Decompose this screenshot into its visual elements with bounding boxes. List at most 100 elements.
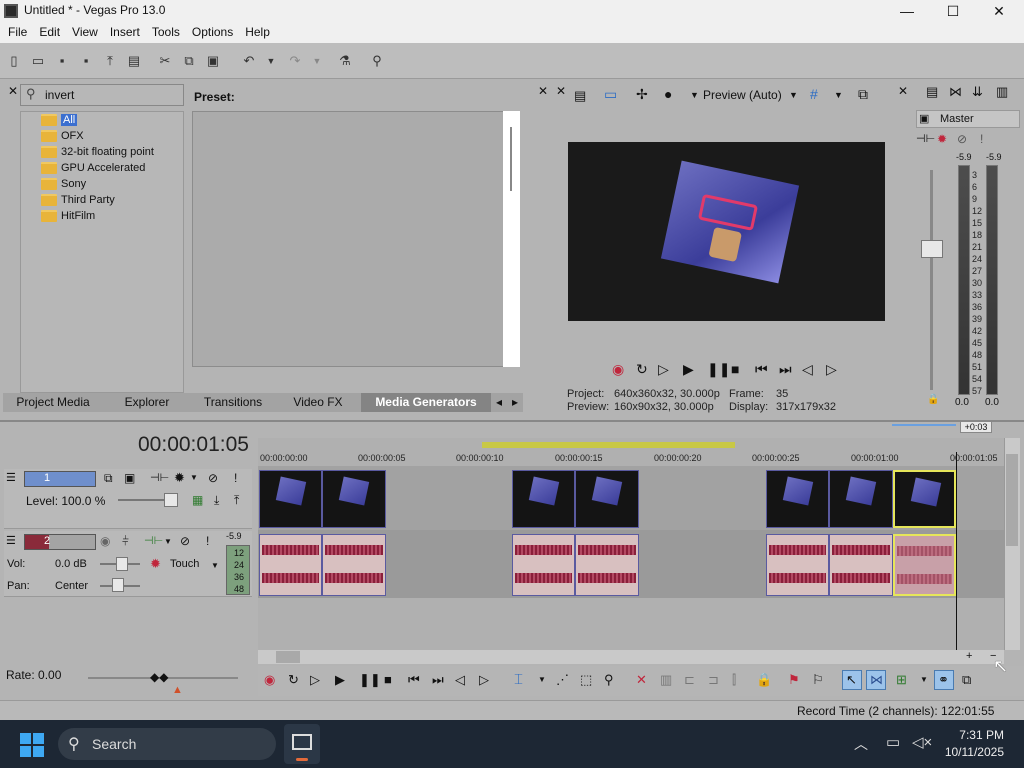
- master-fader-handle[interactable]: [921, 240, 943, 258]
- tab-explorer[interactable]: Explorer: [103, 393, 191, 412]
- track-fx-icon[interactable]: ✹: [174, 470, 185, 486]
- minimize-button[interactable]: —: [884, 0, 930, 22]
- vertical-scroll-thumb[interactable]: [1006, 454, 1018, 546]
- windows-start-icon[interactable]: [20, 733, 44, 757]
- redo-dropdown-icon[interactable]: ▼: [308, 52, 326, 70]
- panel-close-icon[interactable]: ✕: [8, 84, 18, 98]
- mute-icon[interactable]: ⊘: [208, 471, 218, 485]
- panel-splitter[interactable]: [0, 420, 1024, 422]
- external-monitor-icon[interactable]: ▭: [604, 86, 617, 103]
- audio-clip-selected[interactable]: [893, 534, 956, 596]
- tree-item-32bit[interactable]: 32-bit floating point: [41, 144, 154, 160]
- tree-item-ofx[interactable]: OFX: [41, 128, 84, 144]
- current-time-display[interactable]: 00:00:01:05: [138, 433, 249, 457]
- loop-playback-icon[interactable]: ↻: [636, 361, 648, 378]
- undo-icon[interactable]: ↶: [240, 52, 258, 70]
- maximize-button[interactable]: ☐: [930, 0, 976, 22]
- collapse-track-icon[interactable]: ⤒: [234, 493, 239, 508]
- save-icon[interactable]: ▪: [53, 52, 71, 70]
- master-lock-icon[interactable]: 🔒: [927, 394, 939, 405]
- search-input[interactable]: invert: [20, 84, 184, 106]
- video-clip[interactable]: [766, 470, 829, 528]
- menu-file[interactable]: File: [2, 22, 33, 43]
- split-screen-icon[interactable]: ✢: [636, 86, 648, 103]
- insert-region-icon[interactable]: ⚐: [812, 672, 824, 688]
- menu-tools[interactable]: Tools: [146, 22, 186, 43]
- zoom-in-icon[interactable]: +: [966, 650, 972, 662]
- stop-icon[interactable]: ■: [384, 672, 392, 687]
- video-clip-selected[interactable]: [893, 470, 956, 528]
- lock-icon[interactable]: 🔒: [756, 672, 772, 688]
- menu-view[interactable]: View: [66, 22, 104, 43]
- what-is-this-icon[interactable]: ⚲: [368, 52, 386, 70]
- ignore-grouping-icon[interactable]: ⧉: [962, 672, 971, 688]
- make-compositing-child-icon[interactable]: ▣: [124, 471, 135, 485]
- tab-project-media[interactable]: Project Media: [3, 393, 103, 412]
- dim-output-icon[interactable]: ⇊: [972, 84, 983, 100]
- tab-scroll-right-icon[interactable]: ▸: [507, 393, 523, 412]
- composite-mode-icon[interactable]: ⧉: [104, 471, 113, 486]
- tab-scroll-left-icon[interactable]: ◂: [491, 393, 507, 412]
- automation-icon[interactable]: ✹: [150, 556, 161, 572]
- envelope-tool-icon[interactable]: ⋰: [556, 672, 569, 688]
- go-to-start-icon[interactable]: ⏮: [408, 672, 420, 688]
- vol-slider-handle[interactable]: [116, 557, 128, 571]
- copy-icon[interactable]: ⧉: [180, 52, 198, 70]
- tree-item-all[interactable]: All: [41, 112, 78, 128]
- insert-fx-icon[interactable]: ⊣⊢: [916, 132, 935, 145]
- automation-dropdown-icon[interactable]: ▼: [211, 561, 219, 570]
- loop-region-bar[interactable]: [482, 442, 735, 448]
- video-clip[interactable]: [322, 470, 386, 528]
- save-as-icon[interactable]: ▪: [77, 52, 95, 70]
- pan-slider-handle[interactable]: [112, 578, 124, 592]
- preview-properties-icon[interactable]: ▤: [574, 88, 586, 104]
- video-track-header[interactable]: ☰ 1 ⧉ ▣ ⊣⊢ ✹ ▼ ⊘ ! Level: 100.0 % ▦ ⤓ ⤒: [4, 469, 252, 529]
- close-button[interactable]: ✕: [976, 0, 1022, 22]
- preset-scrollbar[interactable]: [503, 111, 520, 367]
- automation-mode[interactable]: Touch: [170, 558, 199, 570]
- mixer-properties-icon[interactable]: ▤: [926, 84, 938, 100]
- tree-item-gpu[interactable]: GPU Accelerated: [41, 160, 145, 176]
- pause-icon[interactable]: ❚❚: [359, 672, 381, 688]
- zoom-tool-icon[interactable]: ⚲: [604, 672, 614, 688]
- pause-icon[interactable]: ❚❚: [707, 361, 730, 378]
- overlays-icon[interactable]: #: [810, 86, 818, 102]
- video-clip[interactable]: [575, 470, 639, 528]
- video-fx-icon[interactable]: ●: [664, 86, 672, 102]
- insert-marker-icon[interactable]: ⚑: [788, 672, 800, 688]
- panel-close-icon[interactable]: ✕: [538, 84, 548, 98]
- go-to-start-icon[interactable]: ⏮: [755, 361, 768, 378]
- vegas-taskbar-button[interactable]: [284, 724, 320, 764]
- record-icon[interactable]: ◉: [264, 672, 275, 688]
- delete-icon[interactable]: ✕: [636, 672, 647, 688]
- video-clip[interactable]: [259, 470, 322, 528]
- clock-time[interactable]: 7:31 PM: [954, 728, 1004, 742]
- track-fx-icon[interactable]: ⊣⊢: [144, 534, 163, 547]
- overlays-dropdown-icon[interactable]: ▼: [834, 90, 843, 100]
- split-icon[interactable]: ⫿: [732, 672, 736, 688]
- go-to-end-icon[interactable]: ⏭: [432, 672, 444, 688]
- chevron-up-icon[interactable]: ︿: [854, 734, 868, 754]
- preview-quality-select[interactable]: Preview (Auto): [703, 88, 782, 102]
- audio-track-header[interactable]: ☰ 2 ◉ ⫩ ⊣⊢ ▼ ⊘ ! -5.9 12 24 36 48 Vol: 0…: [4, 531, 252, 597]
- audio-clip[interactable]: [322, 534, 386, 596]
- network-icon[interactable]: ▭: [886, 733, 900, 751]
- tree-item-third-party[interactable]: Third Party: [41, 192, 115, 208]
- previous-frame-icon[interactable]: ◁: [455, 672, 465, 688]
- stop-icon[interactable]: ■: [731, 361, 739, 377]
- panel-close-icon[interactable]: ✕: [556, 84, 566, 98]
- undo-dropdown-icon[interactable]: ▼: [262, 52, 280, 70]
- track-fx-dropdown-icon[interactable]: ▼: [190, 473, 198, 482]
- redo-icon[interactable]: ↷: [286, 52, 304, 70]
- master-solo-icon[interactable]: !: [980, 132, 983, 146]
- normal-edit-tool-icon[interactable]: ⌶: [514, 671, 523, 688]
- play-icon[interactable]: ▶: [335, 672, 345, 688]
- paste-icon[interactable]: ▣: [204, 52, 222, 70]
- previous-frame-icon[interactable]: ◁: [802, 361, 813, 378]
- record-icon[interactable]: ◉: [612, 361, 624, 378]
- selection-tool-icon[interactable]: ⬚: [580, 672, 592, 688]
- invert-phase-icon[interactable]: ⫩: [122, 534, 129, 549]
- solo-icon[interactable]: !: [234, 471, 237, 485]
- copy-snapshot-icon[interactable]: ⧉: [858, 86, 868, 103]
- menu-insert[interactable]: Insert: [104, 22, 146, 43]
